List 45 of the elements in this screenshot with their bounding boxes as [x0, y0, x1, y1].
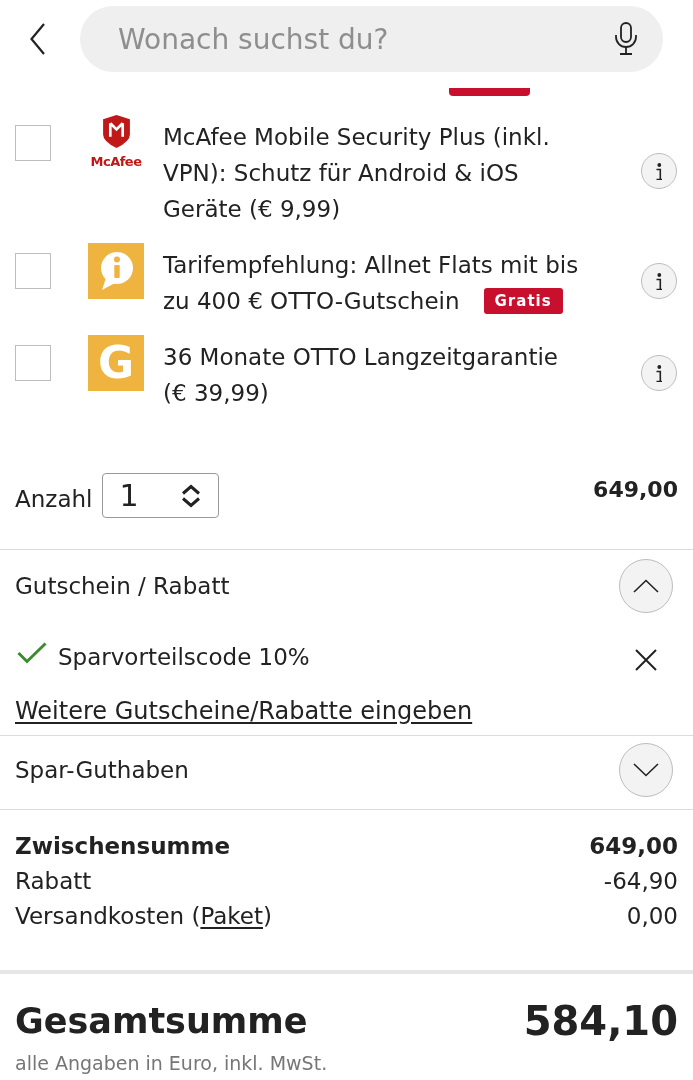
chevron-up-icon [633, 579, 659, 593]
addon-label: 36 Monate OTTO Langzeitgarantie (€ 39,99) [163, 343, 559, 408]
checkmark-icon [17, 642, 47, 664]
total-value: 584,10 [523, 997, 678, 1046]
info-icon [655, 162, 663, 180]
addon-label: Tarifempfehlung: Allnet Flats mit bis zu 400 € OTTO-Gutschein Gratis [163, 251, 580, 316]
applied-code-label: Sparvorteilscode 10% [58, 643, 310, 671]
enter-voucher-link[interactable]: Weitere Gutscheine/Rabatte eingeben [15, 697, 473, 725]
summary-label: Zwischensumme [15, 832, 231, 861]
item-price: 649,00 [593, 476, 678, 504]
info-button[interactable] [641, 355, 677, 391]
chevron-left-icon [29, 23, 45, 55]
info-icon [655, 364, 663, 382]
summary-label: Versandkosten (Paket) [15, 902, 272, 931]
expand-toggle-button[interactable] [619, 743, 673, 797]
quantity-select[interactable]: 1 [102, 473, 220, 518]
summary-value: 649,00 [589, 832, 678, 861]
up-down-chevron-icon [180, 483, 203, 508]
offer-badge: Gratis [483, 287, 563, 314]
total-label: Gesamtsumme [15, 1000, 308, 1043]
section-title: Spar-Guthaben [15, 756, 189, 785]
info-icon [655, 272, 663, 290]
checkbox[interactable] [15, 253, 51, 289]
logo-text: McAfee [90, 154, 142, 169]
checkbox[interactable] [15, 125, 51, 161]
logo-tile: G [88, 335, 144, 391]
expand-toggle-button[interactable] [619, 559, 673, 613]
info-button[interactable] [641, 263, 677, 299]
addon-label: McAfee Mobile Security Plus (inkl. VPN): Schutz für Android & iOS Geräte (€ 9,99) [163, 123, 551, 224]
info-button[interactable] [641, 153, 677, 189]
shield-icon [102, 115, 130, 148]
remove-button[interactable] [635, 649, 657, 671]
close-icon [635, 649, 657, 671]
summary-value: 0,00 [626, 902, 678, 931]
chevron-down-icon [633, 763, 659, 777]
shipping-link[interactable]: Paket [200, 903, 263, 929]
microphone-icon[interactable] [614, 22, 638, 55]
tax-note: alle Angaben in Euro, inkl. MwSt. [15, 1051, 329, 1076]
summary-value: -64,90 [603, 867, 678, 896]
section-title: Gutschein / Rabatt [15, 572, 230, 601]
search-field[interactable]: Wonach suchst du? [80, 6, 663, 72]
checkbox[interactable] [15, 345, 51, 381]
quantity-label: Anzahl [15, 484, 93, 514]
speech-bubble-icon [88, 243, 144, 299]
summary-label: Rabatt [15, 867, 92, 896]
